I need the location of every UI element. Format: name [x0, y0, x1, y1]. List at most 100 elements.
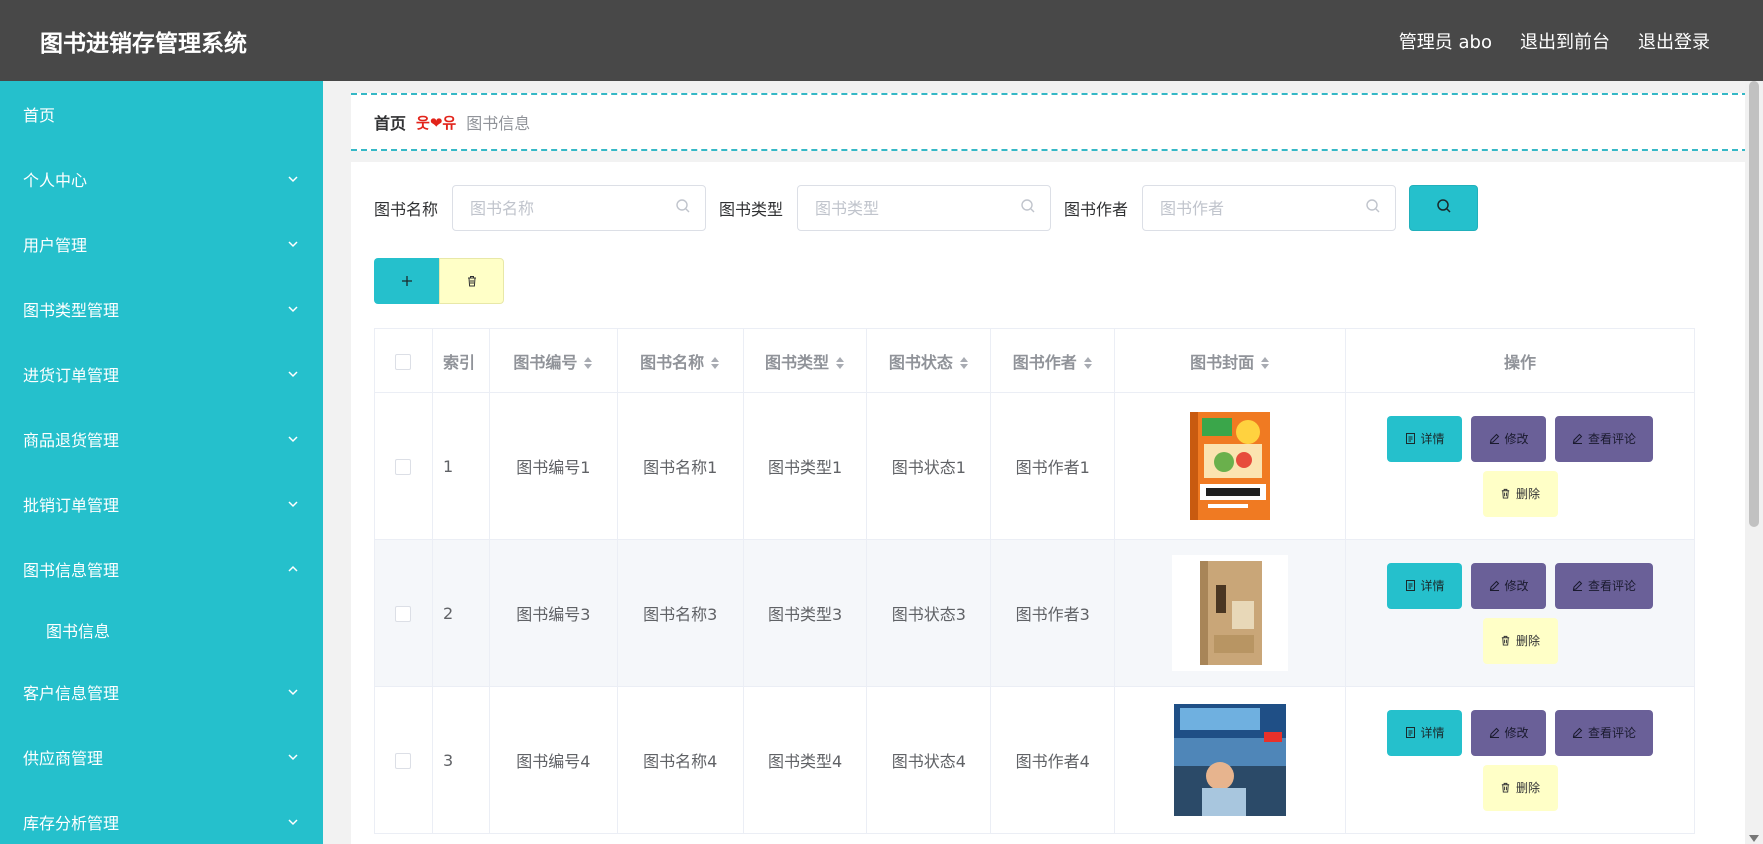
row-cover-cell — [1114, 539, 1347, 687]
header-index: 索引 — [431, 328, 490, 393]
book-type-field — [797, 185, 1052, 231]
header-author[interactable]: 图书作者 — [990, 328, 1116, 393]
book-cover-image[interactable] — [1172, 408, 1288, 524]
breadcrumb-home[interactable]: 首页 — [374, 110, 406, 134]
scrollbar-thumb[interactable] — [1749, 81, 1759, 527]
header-cover[interactable]: 图书封面 — [1114, 328, 1347, 393]
current-user: 管理员 abo — [1398, 31, 1492, 53]
search-button[interactable] — [1409, 185, 1479, 231]
sort-icon[interactable] — [959, 355, 969, 371]
edit-label: 修改 — [1504, 726, 1529, 740]
sidebar-item-purchase-order-management[interactable]: 进货订单管理 — [0, 341, 323, 406]
row-checkbox[interactable] — [395, 606, 412, 622]
book-cover-image[interactable] — [1172, 702, 1289, 818]
sidebar: 首页 个人中心 用户管理 图书类型管理 进货订单管理 商品退货管理 批销订单管理… — [0, 81, 323, 844]
sidebar-item-customer-management[interactable]: 客户信息管理 — [0, 659, 323, 724]
scroll-down-arrow-icon[interactable] — [1749, 835, 1759, 842]
breadcrumb-current: 图书信息 — [466, 114, 531, 133]
view-comments-button[interactable]: 查看评论 — [1555, 415, 1654, 462]
book-cover-image[interactable] — [1172, 555, 1289, 671]
row-select-cell — [374, 686, 433, 834]
row-select-cell — [374, 539, 433, 687]
row-author: 图书作者1 — [990, 392, 1116, 540]
header-name[interactable]: 图书名称 — [616, 328, 744, 393]
main-content: 首页 웃❤유 图书信息 图书名称 图书类型 图书作者 — [323, 81, 1748, 844]
row-name: 图书名称3 — [616, 539, 744, 687]
sidebar-item-book-info[interactable]: 图书信息 — [0, 601, 323, 659]
edit-button[interactable]: 修改 — [1471, 709, 1547, 756]
header-status[interactable]: 图书状态 — [866, 328, 992, 393]
sort-icon[interactable] — [835, 355, 845, 371]
view-comments-button[interactable]: 查看评论 — [1555, 709, 1654, 756]
select-all-cell — [374, 328, 433, 393]
search-icon — [1020, 198, 1036, 218]
sidebar-item-label: 图书类型管理 — [23, 300, 120, 320]
sidebar-item-inventory-analysis[interactable]: 库存分析管理 — [0, 789, 323, 844]
row-type: 图书类型1 — [742, 392, 868, 540]
view-comments-button[interactable]: 查看评论 — [1555, 562, 1654, 609]
chevron-down-icon — [287, 686, 299, 698]
logout-link[interactable]: 退出登录 — [1638, 28, 1710, 54]
row-status: 图书状态1 — [866, 392, 992, 540]
sidebar-item-label: 商品退货管理 — [23, 430, 120, 450]
add-button[interactable] — [374, 258, 439, 304]
pencil-icon — [1572, 727, 1583, 738]
header-label: 图书状态 — [888, 352, 953, 372]
header-type[interactable]: 图书类型 — [742, 328, 868, 393]
table-header-row: 索引 图书编号 图书名称 图书类型 图书状态 图书作者 图书封面 操作 — [374, 328, 1695, 393]
select-all-checkbox[interactable] — [395, 353, 412, 370]
book-author-label: 图书作者 — [1064, 200, 1129, 219]
chevron-down-icon — [287, 238, 299, 250]
view-comments-label: 查看评论 — [1588, 432, 1637, 446]
book-author-input[interactable] — [1160, 198, 1366, 218]
detail-label: 详情 — [1420, 432, 1445, 446]
chevron-down-icon — [287, 751, 299, 763]
plus-icon — [401, 271, 413, 292]
book-name-input[interactable] — [470, 198, 676, 218]
sidebar-item-label: 供应商管理 — [23, 748, 104, 768]
trash-icon — [466, 272, 478, 291]
book-table: 索引 图书编号 图书名称 图书类型 图书状态 图书作者 图书封面 操作 1 图书… — [374, 328, 1695, 834]
row-checkbox[interactable] — [395, 753, 412, 769]
delete-button[interactable]: 删除 — [1482, 617, 1558, 664]
sidebar-item-supplier-management[interactable]: 供应商管理 — [0, 724, 323, 789]
sidebar-item-user-management[interactable]: 用户管理 — [0, 211, 323, 276]
edit-button[interactable]: 修改 — [1471, 562, 1547, 609]
header-code[interactable]: 图书编号 — [488, 328, 618, 393]
sidebar-item-home[interactable]: 首页 — [0, 81, 323, 146]
chevron-down-icon — [287, 173, 299, 185]
delete-button[interactable]: 删除 — [1482, 470, 1558, 517]
delete-button[interactable]: 删除 — [1482, 764, 1558, 811]
sidebar-item-personal-center[interactable]: 个人中心 — [0, 146, 323, 211]
book-type-input[interactable] — [815, 198, 1021, 218]
bulk-delete-button[interactable] — [439, 258, 504, 304]
sort-icon[interactable] — [1260, 355, 1270, 371]
edit-label: 修改 — [1504, 432, 1529, 446]
trash-icon — [1500, 488, 1511, 499]
exit-to-front-link[interactable]: 退出到前台 — [1520, 28, 1610, 54]
row-actions: 详情 修改 查看评论 删除 — [1385, 562, 1655, 664]
row-status: 图书状态4 — [866, 686, 992, 834]
sidebar-item-book-info-management[interactable]: 图书信息管理 — [0, 536, 323, 601]
document-icon — [1405, 580, 1416, 591]
book-author-field — [1142, 185, 1397, 231]
detail-button[interactable]: 详情 — [1387, 562, 1463, 609]
sidebar-item-wholesale-order-management[interactable]: 批销订单管理 — [0, 471, 323, 536]
sidebar-item-return-management[interactable]: 商品退货管理 — [0, 406, 323, 471]
sort-icon[interactable] — [710, 355, 720, 371]
chevron-down-icon — [287, 433, 299, 445]
sort-icon[interactable] — [1083, 355, 1093, 371]
edit-button[interactable]: 修改 — [1471, 415, 1547, 462]
detail-button[interactable]: 详情 — [1387, 415, 1463, 462]
book-name-field — [452, 185, 707, 231]
detail-button[interactable]: 详情 — [1387, 709, 1463, 756]
sidebar-item-label: 用户管理 — [23, 235, 88, 255]
row-code: 图书编号1 — [488, 392, 618, 540]
row-type: 图书类型4 — [742, 686, 868, 834]
page-scrollbar[interactable] — [1745, 81, 1763, 844]
row-checkbox[interactable] — [395, 459, 412, 475]
bulk-actions — [374, 258, 504, 304]
edit-label: 修改 — [1504, 579, 1529, 593]
sort-icon[interactable] — [583, 355, 593, 371]
sidebar-item-book-type-management[interactable]: 图书类型管理 — [0, 276, 323, 341]
